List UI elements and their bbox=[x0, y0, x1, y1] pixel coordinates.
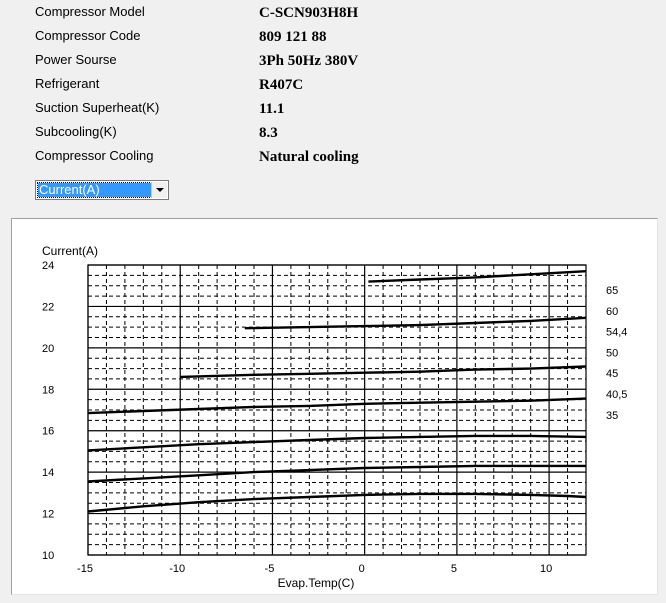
legend-label: 40,5 bbox=[606, 389, 627, 401]
chart-panel: Current(A) Evap.Temp(C) 10 12 14 16 18 20 22 24… bbox=[11, 218, 658, 595]
info-value: C-SCN903H8H bbox=[259, 5, 359, 21]
x-tick-label: 5 bbox=[451, 563, 457, 575]
info-label: Compressor Cooling bbox=[35, 148, 154, 163]
y-tick-label: 22 bbox=[42, 301, 54, 313]
legend-label: 65 bbox=[606, 285, 618, 297]
info-value: 3Ph 50Hz 380V bbox=[259, 53, 359, 69]
series-line-65 bbox=[368, 270, 587, 283]
legend-label: 50 bbox=[606, 347, 618, 359]
y-tick-label: 12 bbox=[42, 509, 54, 521]
series-line-60 bbox=[244, 316, 587, 330]
series-line-54-4 bbox=[180, 365, 587, 379]
legend-label: 35 bbox=[606, 410, 618, 422]
y-tick-label: 24 bbox=[42, 260, 54, 272]
info-value: 11.1 bbox=[259, 101, 285, 117]
series-line-35 bbox=[87, 492, 587, 513]
info-label: Subcooling(K) bbox=[35, 124, 117, 139]
x-tick-label: 0 bbox=[359, 563, 365, 575]
chart: Current(A) Evap.Temp(C) 10 12 14 16 18 20 22 24… bbox=[42, 244, 627, 590]
info-label: Compressor Code bbox=[35, 28, 141, 43]
x-axis-label: Evap.Temp(C) bbox=[278, 576, 355, 590]
info-label: Power Sourse bbox=[35, 52, 117, 67]
info-label: Suction Superheat(K) bbox=[35, 100, 160, 115]
legend-label: 45 bbox=[606, 368, 618, 380]
x-tick-label: -5 bbox=[265, 563, 275, 575]
x-tick-label: 10 bbox=[540, 563, 552, 575]
y-axis-label: Current(A) bbox=[42, 244, 98, 258]
y-tick-label: 20 bbox=[42, 343, 54, 355]
y-tick-label: 10 bbox=[42, 550, 54, 562]
dropdown-selected-value: Current(A) bbox=[37, 182, 152, 198]
series-line-45 bbox=[87, 434, 587, 452]
quantity-dropdown[interactable]: Current(A) bbox=[35, 180, 169, 200]
info-value: Natural cooling bbox=[259, 149, 359, 165]
y-tick-label: 18 bbox=[42, 384, 54, 396]
x-tick-label: -10 bbox=[169, 563, 185, 575]
series-line-50 bbox=[87, 397, 587, 415]
info-value: 8.3 bbox=[259, 125, 278, 141]
info-value: 809 121 88 bbox=[259, 29, 327, 45]
info-label: Compressor Model bbox=[35, 4, 145, 19]
legend-label: 60 bbox=[606, 306, 618, 318]
y-tick-label: 16 bbox=[42, 426, 54, 438]
info-label: Refrigerant bbox=[35, 76, 100, 91]
series-line-40-5 bbox=[87, 464, 586, 483]
x-tick-label: -15 bbox=[77, 563, 93, 575]
legend-label: 54,4 bbox=[606, 327, 627, 339]
chevron-down-icon[interactable] bbox=[151, 182, 167, 198]
y-tick-label: 14 bbox=[42, 467, 54, 479]
info-value: R407C bbox=[259, 77, 304, 93]
